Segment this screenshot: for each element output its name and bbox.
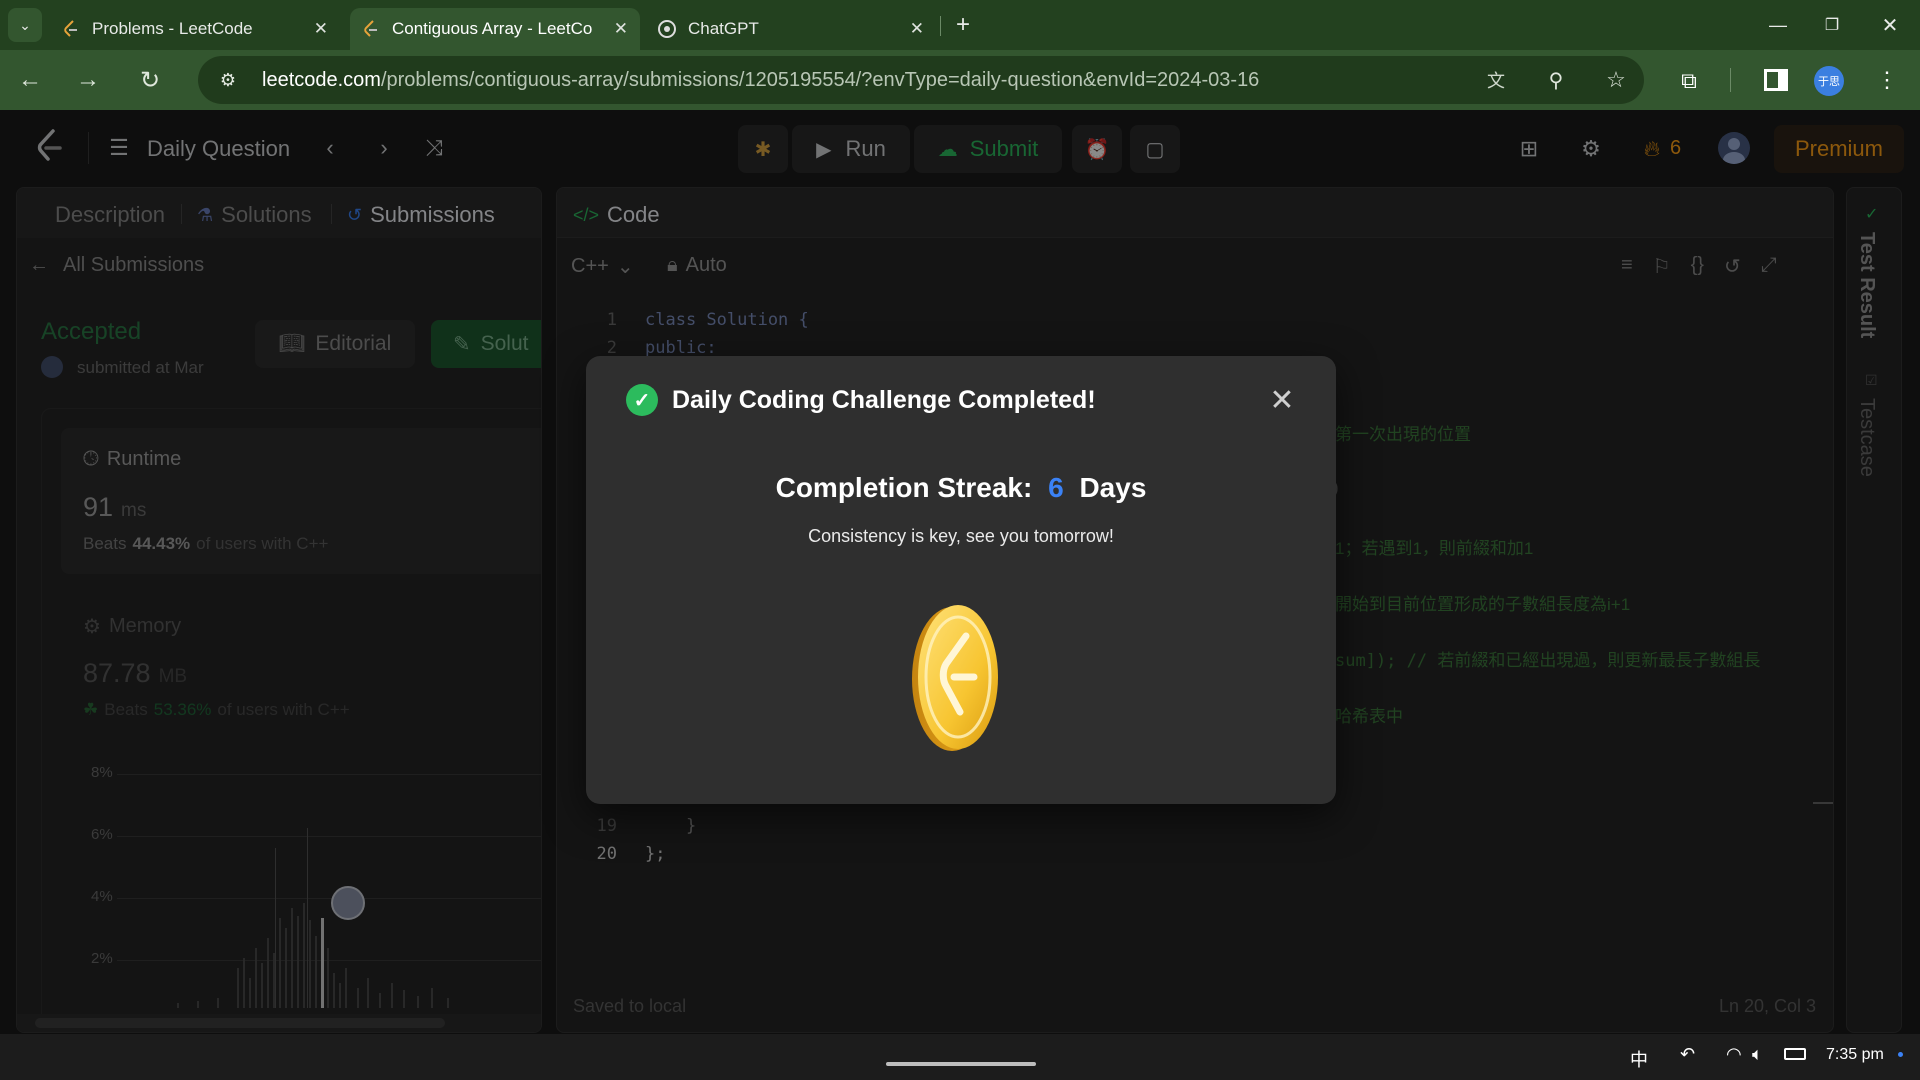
forward-button[interactable]: → xyxy=(70,62,106,98)
leetcode-favicon-icon xyxy=(62,20,80,38)
url-path: /problems/contiguous-array/submissions/1… xyxy=(380,68,1260,91)
zoom-icon[interactable]: ⚲ xyxy=(1540,64,1572,96)
extensions-icon[interactable]: ⧉ xyxy=(1672,64,1706,98)
tab-title: Contiguous Array - LeetCo xyxy=(392,19,593,38)
site-settings-icon[interactable]: ⚙ xyxy=(214,66,242,94)
back-button[interactable]: ← xyxy=(12,62,48,98)
streak-value: 6 xyxy=(1048,472,1064,503)
window-close-button[interactable]: ✕ xyxy=(1872,10,1908,40)
chevron-down-icon: ⌄ xyxy=(19,16,31,33)
volume-icon[interactable]: 🔈︎ xyxy=(1752,1044,1763,1065)
profile-avatar[interactable]: 于思 xyxy=(1814,66,1844,96)
tab-contiguous-array[interactable]: Contiguous Array - LeetCo ✕ xyxy=(350,8,640,50)
side-panel-icon[interactable] xyxy=(1764,69,1788,91)
toolbar-divider xyxy=(1730,68,1731,92)
streak-message: Consistency is key, see you tomorrow! xyxy=(808,526,1114,546)
ime-switch-icon[interactable]: ↶ xyxy=(1680,1044,1695,1065)
url-host: leetcode.com xyxy=(262,68,381,91)
success-check-icon: ✓ xyxy=(626,384,658,416)
close-icon[interactable]: ✕ xyxy=(314,19,328,39)
os-taskbar: 中 ↶ ◠ 🔈︎ 7:35 pm xyxy=(0,1034,1920,1080)
tab-chatgpt[interactable]: ChatGPT ✕ xyxy=(646,8,936,50)
tab-title: ChatGPT xyxy=(688,19,759,38)
browser-toolbar: ← → ↻ ⚙ leetcode.com/problems/contiguous… xyxy=(0,50,1920,110)
notification-dot[interactable] xyxy=(1898,1052,1903,1057)
challenge-completed-modal: ✓ Daily Coding Challenge Completed! ✕ Co… xyxy=(586,356,1336,804)
browser-tab-bar: ⌄ Problems - LeetCode ✕ Contiguous Array… xyxy=(0,0,1920,50)
reload-button[interactable]: ↻ xyxy=(132,62,168,98)
minimize-button[interactable]: — xyxy=(1760,10,1796,40)
tab-title: Problems - LeetCode xyxy=(92,19,253,38)
tab-divider xyxy=(940,16,941,36)
streak-label: Completion Streak: xyxy=(775,472,1033,503)
wifi-icon[interactable]: ◠ xyxy=(1726,1044,1742,1065)
translate-icon[interactable]: 文 xyxy=(1480,64,1512,96)
restore-button[interactable]: ❐ xyxy=(1814,10,1850,40)
tab-problems[interactable]: Problems - LeetCode ✕ xyxy=(50,8,340,50)
modal-close-button[interactable]: ✕ xyxy=(1262,380,1302,420)
gold-coin-icon xyxy=(908,604,1004,754)
new-tab-button[interactable]: + xyxy=(946,8,980,42)
address-bar[interactable]: ⚙ leetcode.com/problems/contiguous-array… xyxy=(198,56,1644,104)
close-icon[interactable]: ✕ xyxy=(614,19,628,39)
bookmark-star-icon[interactable]: ☆ xyxy=(1600,64,1632,96)
browser-menu-icon[interactable]: ⋮ xyxy=(1872,64,1902,96)
close-icon[interactable]: ✕ xyxy=(910,19,924,39)
streak-unit: Days xyxy=(1079,472,1147,503)
modal-title: Daily Coding Challenge Completed! xyxy=(672,386,1096,414)
leetcode-favicon-icon xyxy=(362,20,380,38)
chatgpt-favicon-icon xyxy=(658,20,676,38)
streak-heading: Completion Streak: 6 Days xyxy=(586,472,1336,504)
ime-indicator[interactable]: 中 xyxy=(1630,1046,1648,1072)
battery-icon[interactable] xyxy=(1784,1048,1806,1060)
url-text: leetcode.com/problems/contiguous-array/s… xyxy=(262,69,1259,92)
clock-time[interactable]: 7:35 pm xyxy=(1826,1046,1884,1064)
home-indicator[interactable] xyxy=(886,1062,1036,1066)
tab-search-button[interactable]: ⌄ xyxy=(8,8,42,42)
